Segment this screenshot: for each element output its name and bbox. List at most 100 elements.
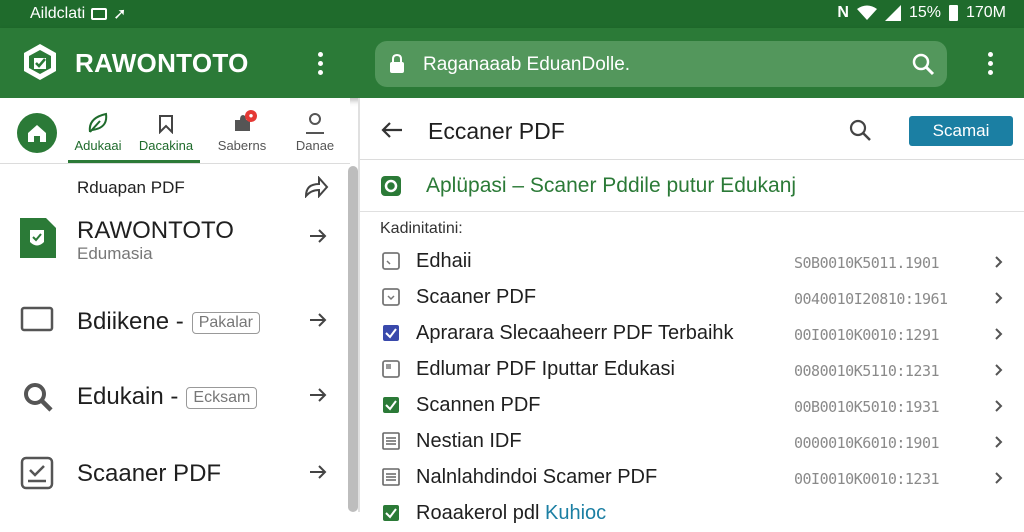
search-icon[interactable] xyxy=(848,118,872,142)
document-row[interactable]: Roaakerol pdl Kuhioc xyxy=(360,496,1024,532)
list-item-title-text: Bdiikene - xyxy=(77,308,184,335)
tab-bar: Adukaai Dacakina ● Saberns Danae xyxy=(0,98,350,164)
list-header: Rduapan PDF xyxy=(77,178,185,197)
wifi-icon xyxy=(856,5,877,20)
document-name: Scannen PDF xyxy=(416,394,541,416)
right-panel: Eccaner PDF Scamai Aplüpasi – Scaner Pdd… xyxy=(360,98,1024,524)
tab-label: Danae xyxy=(295,138,335,153)
chevron-right-icon xyxy=(995,364,1003,376)
notification-icon xyxy=(91,8,108,20)
list-icon[interactable] xyxy=(382,432,400,450)
document-name: Roaakerol pdl Kuhioc xyxy=(416,502,606,525)
document-name: Aprarara Slecaaheerr PDF Terbaihk xyxy=(416,322,734,344)
left-scrollbar[interactable] xyxy=(348,166,358,512)
tab-label: Adukaai xyxy=(74,138,122,153)
document-name: Scaaner PDF xyxy=(416,286,537,308)
list-item[interactable]: Edukain - Ecksam xyxy=(0,363,345,433)
document-link[interactable]: Kuhioc xyxy=(545,502,606,524)
list-item-title: RAWONTOTO xyxy=(77,217,234,244)
document-row[interactable]: Nestian IDF 0000010K6010:1901 xyxy=(360,424,1024,460)
document-row[interactable]: Edhaii S0B0010K5011.1901 xyxy=(360,244,1024,280)
battery-percent: 15% xyxy=(908,4,941,21)
arrow-right-icon xyxy=(310,229,327,243)
chevron-right-icon xyxy=(995,292,1003,304)
home-icon xyxy=(28,125,46,142)
list-item-title: Scaaner PDF xyxy=(77,460,222,487)
subtitle-text: Aplüpasi – Scaner Pddile putur Edukanj xyxy=(426,174,797,197)
arrow-right-icon xyxy=(310,313,327,327)
leaf-icon xyxy=(88,112,108,133)
checkbox-icon[interactable] xyxy=(382,288,400,306)
scanner-icon xyxy=(20,456,54,490)
checkbox-icon[interactable] xyxy=(382,360,400,378)
left-more-menu-icon[interactable] xyxy=(308,43,332,83)
list-item[interactable]: Scaaner PDF xyxy=(0,438,345,508)
document-row[interactable]: Nalnlahdindoi Scamer PDF 00I0010K0010:12… xyxy=(360,460,1024,496)
document-name: Edhaii xyxy=(416,250,472,272)
share-icon[interactable] xyxy=(303,176,329,198)
document-row[interactable]: Edlumar PDF Iputtar Edukasi 0080010K5110… xyxy=(360,352,1024,388)
scan-button[interactable]: Scamai xyxy=(909,116,1013,146)
chevron-right-icon xyxy=(995,400,1003,412)
list-icon[interactable] xyxy=(382,468,400,486)
checkbox-checked-icon[interactable] xyxy=(382,324,400,342)
active-tab-indicator xyxy=(68,160,200,163)
signal-icon xyxy=(884,5,901,21)
checkbox-checked-icon[interactable] xyxy=(382,396,400,414)
left-panel: Adukaai Dacakina ● Saberns Danae Rduapan… xyxy=(0,98,350,512)
document-id: 00I0010K0010:1291 xyxy=(794,326,940,344)
battery-icon xyxy=(948,5,958,21)
tab-danae[interactable]: Danae xyxy=(280,112,350,153)
list-item[interactable]: RAWONTOTO Edumasia xyxy=(0,208,345,278)
document-id: 0040010I20810:1961 xyxy=(794,290,948,308)
document-row[interactable]: Aprarara Slecaaheerr PDF Terbaihk 00I001… xyxy=(360,316,1024,352)
document-id: S0B0010K5011.1901 xyxy=(794,254,940,272)
search-bar[interactable]: Raganaaab EduanDolle. xyxy=(375,41,947,87)
list-item-title-text: Edukain - xyxy=(77,383,179,410)
checkbox-checked-icon[interactable] xyxy=(382,504,400,522)
document-row[interactable]: Scaaner PDF 0040010I20810:1961 xyxy=(360,280,1024,316)
tab-label: Saberns xyxy=(217,138,267,153)
app-bar: RAWONTOTO Raganaaab EduanDolle. xyxy=(0,28,1024,98)
list-item[interactable]: Bdiikene - Pakalar xyxy=(0,288,345,358)
app-title: RAWONTOTO xyxy=(75,48,249,78)
app-badge-icon xyxy=(381,176,401,196)
document-name-text: Roaakerol pdl xyxy=(416,502,540,524)
tab-label: Dacakina xyxy=(138,138,194,153)
checkbox-icon[interactable] xyxy=(382,252,400,270)
tab-saberns[interactable]: ● Saberns xyxy=(207,110,277,153)
arrow-right-icon xyxy=(310,465,327,479)
lock-icon xyxy=(390,54,404,73)
nfc-icon: N xyxy=(837,4,849,21)
app-logo-icon xyxy=(24,44,56,80)
chevron-right-icon xyxy=(995,256,1003,268)
document-name: Nalnlahdindoi Scamer PDF xyxy=(416,466,658,488)
chevron-right-icon xyxy=(995,472,1003,484)
search-icon xyxy=(24,383,53,412)
status-time: 170M xyxy=(965,4,1006,21)
document-shield-icon xyxy=(20,218,56,258)
tablet-icon xyxy=(20,306,54,332)
home-button[interactable] xyxy=(17,113,57,153)
user-icon xyxy=(306,113,324,134)
notification-badge: ● xyxy=(245,110,257,122)
tab-dacakina[interactable]: Dacakina xyxy=(131,112,201,153)
more-menu-icon[interactable] xyxy=(978,43,1002,83)
document-id: 00I0010K0010:1231 xyxy=(794,470,940,488)
search-input[interactable]: Raganaaab EduanDolle. xyxy=(423,54,630,76)
list-item-subtitle: Edumasia xyxy=(77,244,153,263)
location-arrow-icon: ➚ xyxy=(113,6,127,23)
document-id: 0000010K6010:1901 xyxy=(794,434,940,452)
document-name: Edlumar PDF Iputtar Edukasi xyxy=(416,358,675,380)
document-id: 00B0010K5010:1931 xyxy=(794,398,940,416)
tab-adukaai[interactable]: Adukaai xyxy=(63,112,133,153)
back-arrow-icon[interactable] xyxy=(380,118,404,142)
search-icon[interactable] xyxy=(911,52,935,76)
arrow-right-icon xyxy=(310,388,327,402)
document-name: Nestian IDF xyxy=(416,430,522,452)
section-label: Kadinitatini: xyxy=(380,220,463,237)
right-header: Eccaner PDF Scamai xyxy=(360,98,1024,160)
list-item-chip: Pakalar xyxy=(191,311,260,334)
document-row[interactable]: Scannen PDF 00B0010K5010:1931 xyxy=(360,388,1024,424)
status-bar: Aildclati ➚ N 15% 170M xyxy=(0,0,1024,28)
